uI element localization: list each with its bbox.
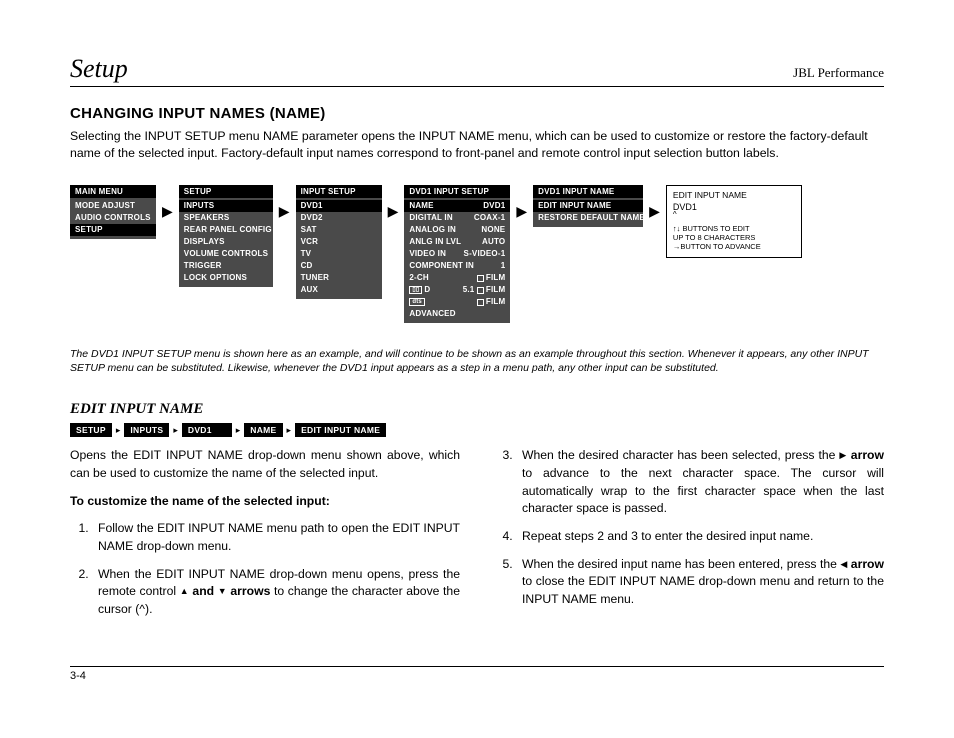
arrow-right-icon: ▶ [279, 203, 290, 220]
menu-title: DVD1 INPUT SETUP [404, 185, 510, 198]
menu-item: SAT [296, 224, 382, 236]
menu-item: RESTORE DEFAULT NAME [533, 212, 643, 224]
up-arrow-icon: ▲ [180, 586, 189, 596]
step: When the desired character has been sele… [516, 447, 884, 518]
step: Repeat steps 2 and 3 to enter the desire… [516, 528, 884, 546]
menu-item: LOCK OPTIONS [179, 272, 273, 284]
menu-item: ADVANCED [404, 308, 510, 320]
menu-dvd1-input-name: DVD1 INPUT NAME EDIT INPUT NAME RESTORE … [533, 185, 643, 227]
chevron-right-icon: ▸ [173, 425, 178, 436]
chevron-right-icon: ▸ [287, 425, 292, 436]
arrow-right-icon: ▶ [649, 203, 660, 220]
menu-item: VCR [296, 236, 382, 248]
menu-item: AUX [296, 284, 382, 296]
arrow-right-icon: ▶ [162, 203, 173, 220]
page-header: Setup JBL Performance [70, 54, 884, 87]
menu-dvd1-input-setup: DVD1 INPUT SETUP NAMEDVD1 DIGITAL INCOAX… [404, 185, 510, 323]
menu-item: ANALOG INNONE [404, 224, 510, 236]
ordered-steps: Follow the EDIT INPUT NAME menu path to … [70, 520, 460, 618]
menu-title: DVD1 INPUT NAME [533, 185, 643, 198]
ordered-steps: When the desired character has been sele… [494, 447, 884, 609]
column-right: When the desired character has been sele… [494, 447, 884, 629]
menu-item: DISPLAYS [179, 236, 273, 248]
menu-item: MODE ADJUST [70, 200, 156, 212]
section-heading: CHANGING INPUT NAMES (NAME) [70, 105, 884, 122]
page-number: 3-4 [70, 670, 86, 682]
menu-path-breadcrumb: SETUP ▸ INPUTS ▸ DVD1 ▸ NAME ▸ EDIT INPU… [70, 423, 884, 437]
crumb: INPUTS [124, 423, 169, 437]
down-arrow-icon: ▼ [218, 586, 227, 596]
menu-input-setup: INPUT SETUP DVD1 DVD2 SAT VCR TV CD TUNE… [296, 185, 382, 299]
menu-item-selected: SETUP [70, 224, 156, 236]
column-left: Opens the EDIT INPUT NAME drop-down menu… [70, 447, 460, 629]
menu-path-diagram: MAIN MENU MODE ADJUST AUDIO CONTROLS SET… [70, 185, 884, 323]
menu-title: MAIN MENU [70, 185, 156, 198]
step: Follow the EDIT INPUT NAME menu path to … [92, 520, 460, 555]
menu-main: MAIN MENU MODE ADJUST AUDIO CONTROLS SET… [70, 185, 156, 239]
menu-setup: SETUP INPUTS SPEAKERS REAR PANEL CONFIG … [179, 185, 273, 287]
menu-item: DIGITAL INCOAX-1 [404, 212, 510, 224]
edit-box-title: EDIT INPUT NAME [673, 190, 795, 201]
two-column-body: Opens the EDIT INPUT NAME drop-down menu… [70, 447, 884, 629]
subsection-heading: EDIT INPUT NAME [70, 401, 884, 418]
arrow-right-icon: ▶ [516, 203, 527, 220]
edit-box-help: ↑↓ BUTTONS TO EDIT UP TO 8 CHARACTERS →B… [673, 224, 795, 252]
menu-title: INPUT SETUP [296, 185, 382, 198]
figure-caption: The DVD1 INPUT SETUP menu is shown here … [70, 347, 884, 375]
header-section-title: Setup [70, 54, 128, 84]
right-arrow-icon: ▶ [839, 450, 846, 460]
menu-item: COMPONENT IN1 [404, 260, 510, 272]
menu-item: VIDEO INS-VIDEO-1 [404, 248, 510, 260]
menu-item: SPEAKERS [179, 212, 273, 224]
chevron-right-icon: ▸ [236, 425, 241, 436]
arrow-right-icon: ▶ [388, 203, 399, 220]
header-product-name: JBL Performance [793, 65, 884, 81]
menu-item: TUNER [296, 272, 382, 284]
intro-paragraph: Selecting the INPUT SETUP menu NAME para… [70, 128, 884, 163]
menu-item-selected: INPUTS [179, 200, 273, 212]
procedure-heading: To customize the name of the selected in… [70, 493, 460, 511]
chevron-right-icon: ▸ [116, 425, 121, 436]
menu-item: 2-CHFILM [404, 272, 510, 284]
page-footer: 3-4 [70, 666, 884, 682]
menu-item: dtsFILM [404, 296, 510, 308]
menu-item-selected: EDIT INPUT NAME [533, 200, 643, 212]
paragraph: Opens the EDIT INPUT NAME drop-down menu… [70, 447, 460, 482]
crumb: SETUP [70, 423, 112, 437]
manual-page: Setup JBL Performance CHANGING INPUT NAM… [0, 0, 954, 738]
menu-item-selected: NAMEDVD1 [404, 200, 510, 212]
crumb: NAME [244, 423, 282, 437]
menu-item: ▯▯D5.1 FILM [404, 284, 510, 296]
edit-input-name-box: EDIT INPUT NAME DVD1 ^ ↑↓ BUTTONS TO EDI… [666, 185, 802, 258]
menu-item: CD [296, 260, 382, 272]
crumb: DVD1 [182, 423, 232, 437]
menu-item: AUDIO CONTROLS [70, 212, 156, 224]
menu-item: REAR PANEL CONFIG [179, 224, 273, 236]
step: When the EDIT INPUT NAME drop-down menu … [92, 566, 460, 619]
crumb: EDIT INPUT NAME [295, 423, 386, 437]
edit-box-value: DVD1 [673, 202, 795, 213]
menu-item: TV [296, 248, 382, 260]
menu-item: TRIGGER [179, 260, 273, 272]
menu-item: ANLG IN LVLAUTO [404, 236, 510, 248]
step: When the desired input name has been ent… [516, 556, 884, 609]
left-arrow-icon: ◀ [840, 559, 847, 569]
menu-item: VOLUME CONTROLS [179, 248, 273, 260]
menu-item-selected: DVD1 [296, 200, 382, 212]
edit-box-caret: ^ [673, 213, 795, 218]
menu-item: DVD2 [296, 212, 382, 224]
menu-title: SETUP [179, 185, 273, 198]
